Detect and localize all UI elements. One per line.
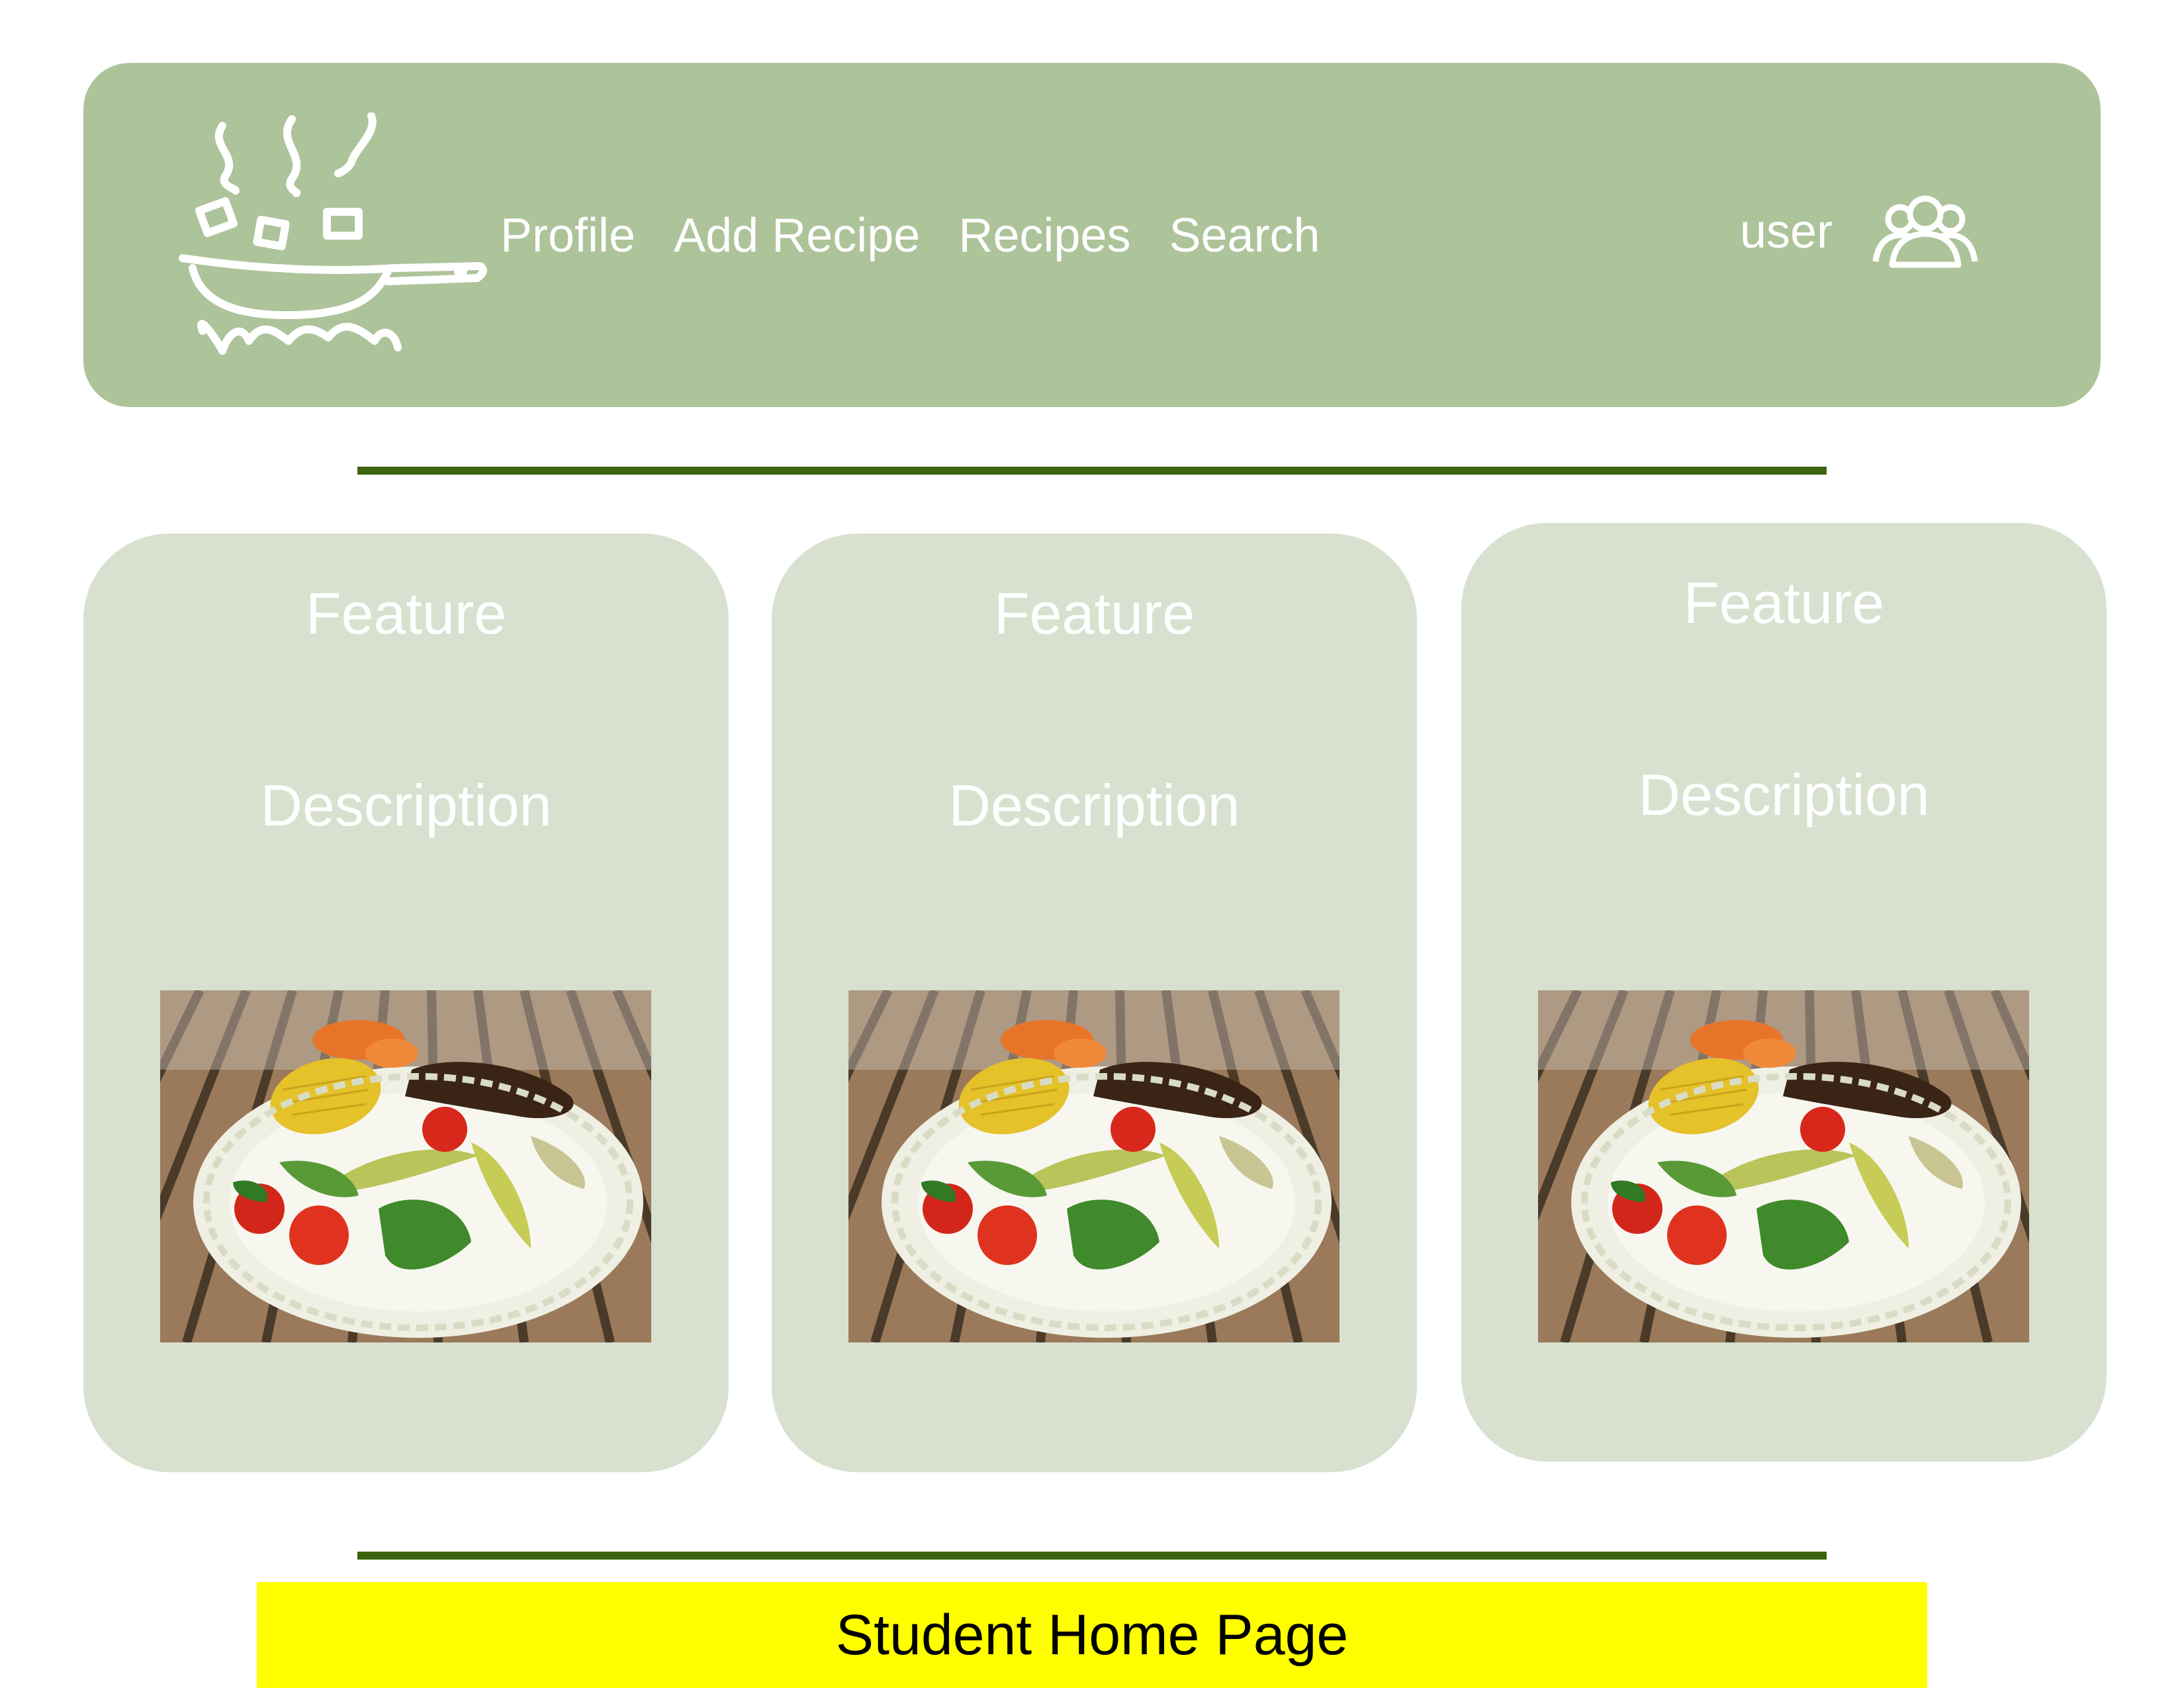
main-nav: Profile Add Recipe Recipes Search (500, 209, 1320, 263)
nav-recipes[interactable]: Recipes (958, 209, 1130, 263)
food-photo-image[interactable] (848, 990, 1340, 1342)
user-label[interactable]: user (1740, 205, 1833, 259)
card-title: Feature (993, 581, 1195, 646)
card-description: Description (948, 773, 1240, 838)
bottom-divider (357, 1552, 1827, 1560)
page-label-bar: Student Home Page (257, 1582, 1927, 1688)
top-divider (357, 467, 1827, 475)
cooking-pan-logo-icon[interactable] (176, 113, 494, 364)
food-photo-image[interactable] (160, 990, 651, 1342)
nav-search[interactable]: Search (1169, 209, 1320, 263)
header-bar: Profile Add Recipe Recipes Search user (83, 63, 2101, 407)
feature-card-2[interactable]: Feature Description (772, 534, 1417, 1472)
user-menu[interactable]: user (1740, 195, 1978, 268)
card-title: Feature (305, 581, 507, 646)
card-title: Feature (1683, 570, 1885, 635)
card-description: Description (1638, 762, 1930, 827)
nav-add-recipe[interactable]: Add Recipe (674, 209, 920, 263)
users-group-icon[interactable] (1872, 195, 1978, 268)
feature-card-3[interactable]: Feature Description (1461, 523, 2107, 1462)
card-description: Description (260, 773, 552, 838)
page-label: Student Home Page (835, 1603, 1349, 1667)
feature-card-1[interactable]: Feature Description (83, 534, 729, 1472)
nav-profile[interactable]: Profile (500, 209, 635, 263)
food-photo-image[interactable] (1538, 990, 2029, 1342)
